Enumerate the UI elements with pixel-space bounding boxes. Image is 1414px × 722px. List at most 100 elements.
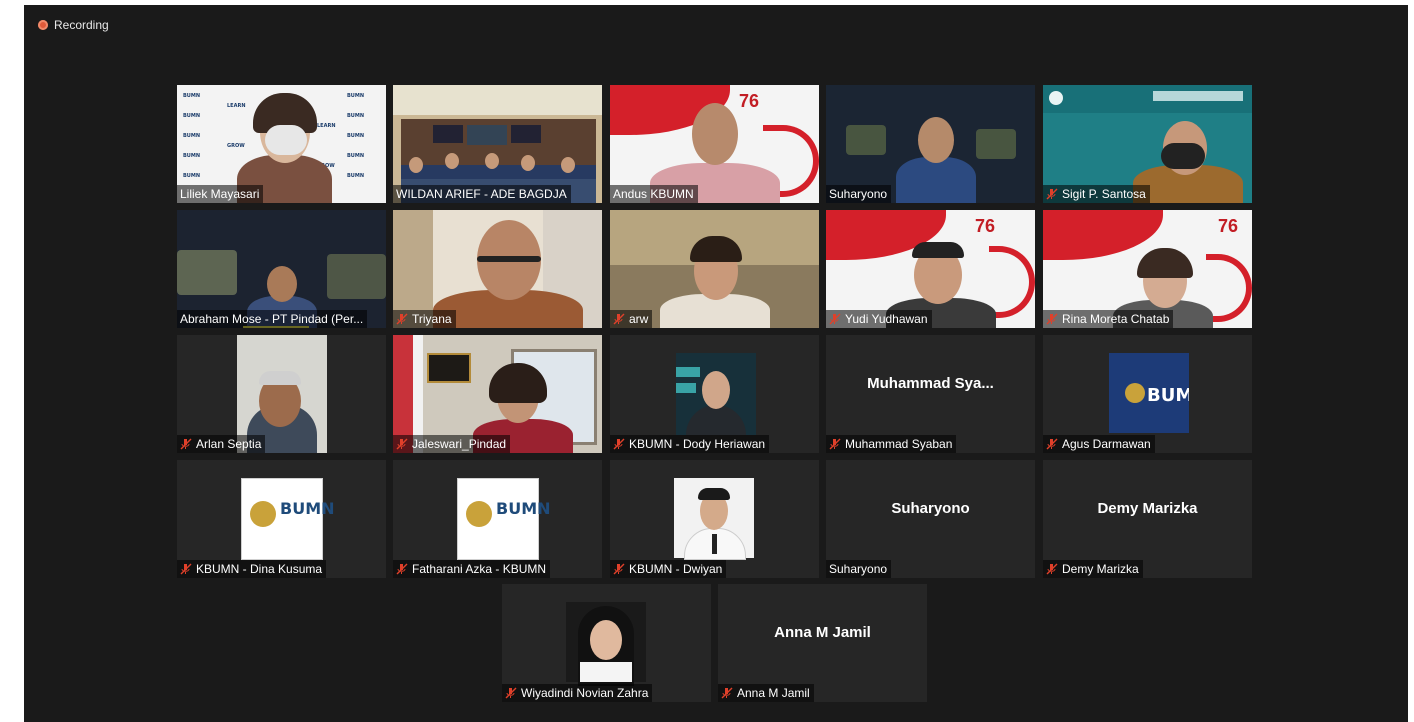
video-tile-triyana[interactable]: Triyana [393, 210, 602, 328]
participant-name-tag: Wiyadindi Novian Zahra [502, 684, 653, 702]
svg-text:BUMN: BUMN [347, 93, 364, 99]
video-tile-jaleswari[interactable]: Jaleswari_Pindad [393, 335, 602, 453]
recording-label: Recording [54, 18, 109, 32]
video-tile-liliek[interactable]: BUMN BUMN BUMN BUMN BUMN BUMN BUMN BUMN BUMN BUM… [177, 85, 386, 203]
svg-text:BUMN: BUMN [183, 173, 200, 179]
anniversary-logo: 76 [974, 216, 995, 236]
video-tile-rina[interactable]: 76 Rina Moreta Chatab [1043, 210, 1252, 328]
video-tile-wiyadindi[interactable]: Wiyadindi Novian Zahra [502, 584, 711, 702]
participant-name-tag: Andus KBUMN [610, 185, 698, 203]
video-tile-arlan[interactable]: Arlan Septia [177, 335, 386, 453]
mic-muted-icon [396, 563, 408, 575]
participant-name: KBUMN - Dody Heriawan [629, 437, 766, 451]
participant-name: Andus KBUMN [613, 187, 694, 201]
participant-name-tag: WILDAN ARIEF - ADE BAGDJA [393, 185, 571, 203]
video-tile-andus[interactable]: 76 Andus KBUMN [610, 85, 819, 203]
video-tile-wildan[interactable]: WILDAN ARIEF - ADE BAGDJA [393, 85, 602, 203]
mic-muted-icon [505, 687, 517, 699]
participant-name-tag: Abraham Mose - PT Pindad (Per... [177, 310, 368, 328]
participant-name: Anna M Jamil [737, 686, 810, 700]
recording-indicator[interactable]: Recording [38, 17, 109, 33]
video-tile-dwiyan[interactable]: KBUMN - Dwiyan [610, 460, 819, 578]
participant-name: Suharyono [829, 562, 888, 576]
svg-text:BUMN: BUMN [183, 133, 200, 139]
mic-muted-icon [1046, 313, 1058, 325]
participant-name-tag: Suharyono [826, 560, 892, 578]
mic-muted-icon [1046, 188, 1058, 200]
mic-muted-icon [180, 438, 192, 450]
svg-text:BUMN: BUMN [347, 113, 364, 119]
mic-muted-icon [613, 563, 625, 575]
participant-name-tag: Muhammad Syaban [826, 435, 957, 453]
video-tile-demy[interactable]: Demy Marizka Demy Marizka [1043, 460, 1252, 578]
video-tile-anna[interactable]: Anna M Jamil Anna M Jamil [718, 584, 927, 702]
participant-name-tag: Fatharani Azka - KBUMN [393, 560, 551, 578]
participant-name-tag: Suharyono [826, 185, 892, 203]
meeting-window: Recording BUMN BUMN BUMN BUMN BUMN BUMN BUMN B… [24, 5, 1408, 722]
participant-name: Liliek Mayasari [180, 187, 260, 201]
participant-name: Abraham Mose - PT Pindad (Per... [180, 312, 364, 326]
video-tile-sigit[interactable]: Sigit P. Santosa [1043, 85, 1252, 203]
participant-name: Fatharani Azka - KBUMN [412, 562, 547, 576]
recording-icon [38, 20, 48, 30]
participant-name: Wiyadindi Novian Zahra [521, 686, 649, 700]
participant-name-tag: KBUMN - Dwiyan [610, 560, 727, 578]
participant-name-tag: Yudi Yudhawan [826, 310, 932, 328]
camera-off-name: Suharyono [891, 500, 970, 517]
mic-muted-icon [613, 313, 625, 325]
bumn-logo-text: BUMN [280, 499, 335, 518]
participant-name: Jaleswari_Pindad [412, 437, 507, 451]
video-tile-suharyono[interactable]: Suharyono [826, 85, 1035, 203]
video-tile-suharyono-2[interactable]: Suharyono Suharyono [826, 460, 1035, 578]
svg-text:LEARN: LEARN [317, 123, 336, 129]
mic-muted-icon [829, 438, 841, 450]
participant-name: Yudi Yudhawan [845, 312, 928, 326]
participant-name: KBUMN - Dina Kusuma [196, 562, 323, 576]
mic-muted-icon [1046, 563, 1058, 575]
participant-name: Suharyono [829, 187, 888, 201]
mic-muted-icon [721, 687, 733, 699]
mic-muted-icon [613, 438, 625, 450]
camera-off-name: Demy Marizka [1097, 500, 1198, 517]
svg-text:GROW: GROW [227, 143, 245, 149]
video-tile-muhammad[interactable]: Muhammad Sya... Muhammad Syaban [826, 335, 1035, 453]
participant-name-tag: Triyana [393, 310, 456, 328]
participant-name-tag: Demy Marizka [1043, 560, 1143, 578]
participant-name-tag: Liliek Mayasari [177, 185, 264, 203]
svg-text:BUMN: BUMN [347, 173, 364, 179]
svg-text:BUMN: BUMN [183, 93, 200, 99]
participant-name-tag: KBUMN - Dody Heriawan [610, 435, 770, 453]
video-tile-fatharani[interactable]: BUMN Fatharani Azka - KBUMN [393, 460, 602, 578]
participant-name: Triyana [412, 312, 452, 326]
svg-text:BUMN: BUMN [347, 153, 364, 159]
participant-name-tag: arw [610, 310, 653, 328]
participant-name: Agus Darmawan [1062, 437, 1151, 451]
participant-name-tag: KBUMN - Dina Kusuma [177, 560, 327, 578]
mic-muted-icon [829, 313, 841, 325]
participant-name-tag: Jaleswari_Pindad [393, 435, 511, 453]
participant-name: Demy Marizka [1062, 562, 1139, 576]
bumn-logo-text: BUMN [496, 499, 551, 518]
video-tile-agus[interactable]: BUMN Agus Darmawan [1043, 335, 1252, 453]
video-tile-arw[interactable]: arw [610, 210, 819, 328]
participant-name: Rina Moreta Chatab [1062, 312, 1170, 326]
svg-text:LEARN: LEARN [227, 103, 246, 109]
camera-off-name: Muhammad Sya... [867, 375, 994, 392]
participant-name-tag: Rina Moreta Chatab [1043, 310, 1174, 328]
anniversary-logo: 76 [738, 91, 759, 111]
video-tile-yudi[interactable]: 76 Yudi Yudhawan [826, 210, 1035, 328]
participant-name: Muhammad Syaban [845, 437, 953, 451]
mic-muted-icon [1046, 438, 1058, 450]
video-tile-abraham[interactable]: Abraham Mose - PT Pindad (Per... [177, 210, 386, 328]
svg-text:BUMN: BUMN [347, 133, 364, 139]
video-tile-dina[interactable]: BUMN KBUMN - Dina Kusuma [177, 460, 386, 578]
mic-muted-icon [396, 438, 408, 450]
participant-name: WILDAN ARIEF - ADE BAGDJA [396, 187, 567, 201]
participant-name: Arlan Septia [196, 437, 262, 451]
video-tile-dody[interactable]: KBUMN - Dody Heriawan [610, 335, 819, 453]
participant-name-tag: Anna M Jamil [718, 684, 814, 702]
participant-name-tag: Agus Darmawan [1043, 435, 1155, 453]
participant-name: KBUMN - Dwiyan [629, 562, 723, 576]
bumn-logo: BUMN [1125, 383, 1208, 406]
participant-name: Sigit P. Santosa [1062, 187, 1146, 201]
